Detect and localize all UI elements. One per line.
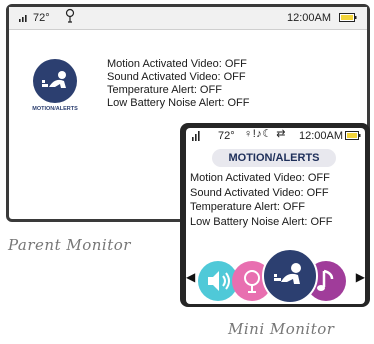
mini-monitor-caption: Mini Monitor bbox=[228, 320, 335, 338]
motion-video-setting: Motion Activated Video: OFF bbox=[190, 172, 330, 184]
battery-icon bbox=[339, 13, 357, 22]
thermometer-icon bbox=[65, 8, 75, 23]
signal-icon bbox=[192, 131, 200, 141]
mini-alert-settings: Motion Activated Video: OFF Sound Activa… bbox=[190, 171, 332, 229]
sound-video-setting: Sound Activated Video: OFF bbox=[190, 186, 329, 199]
menu-carousel: ◀ ▶ bbox=[186, 245, 365, 304]
parent-temperature: 72° bbox=[33, 12, 50, 24]
mini-screen-title: MOTION/ALERTS bbox=[212, 149, 336, 167]
motion-video-setting: Motion Activated Video: OFF bbox=[107, 58, 247, 70]
carousel-right-arrow-icon[interactable]: ▶ bbox=[356, 270, 365, 284]
baby-motion-icon bbox=[42, 71, 66, 88]
parent-monitor-caption: Parent Monitor bbox=[8, 236, 131, 254]
baby-motion-icon[interactable] bbox=[262, 248, 318, 304]
low-battery-alert-setting: Low Battery Noise Alert: OFF bbox=[107, 97, 250, 109]
low-battery-alert-setting: Low Battery Noise Alert: OFF bbox=[190, 215, 333, 228]
mini-clock: 12:00AM bbox=[299, 130, 344, 142]
parent-status-bar: 72° 12:00AM bbox=[9, 7, 367, 30]
mini-monitor-screen: 72° ♀!♪☾ ⇄ 12:00AM MOTION/ALERTS Motion … bbox=[186, 128, 365, 304]
sound-video-setting: Sound Activated Video: OFF bbox=[107, 71, 246, 83]
motion-alerts-label: MOTION/ALERTS bbox=[32, 106, 78, 112]
motion-alerts-menu-icon[interactable] bbox=[33, 59, 77, 103]
mini-status-icons: ♀!♪☾ ⇄ bbox=[244, 128, 286, 140]
parent-clock: 12:00AM bbox=[286, 12, 331, 24]
mini-status-bar: 72° ♀!♪☾ ⇄ 12:00AM bbox=[186, 128, 365, 146]
signal-icon bbox=[19, 15, 27, 22]
temperature-alert-setting: Temperature Alert: OFF bbox=[107, 84, 222, 96]
mini-temperature: 72° bbox=[218, 130, 235, 142]
temperature-alert-setting: Temperature Alert: OFF bbox=[190, 201, 305, 213]
parent-alert-settings: Motion Activated Video: OFF Sound Activa… bbox=[107, 58, 249, 110]
carousel-icons bbox=[198, 248, 346, 304]
battery-icon bbox=[345, 131, 361, 140]
